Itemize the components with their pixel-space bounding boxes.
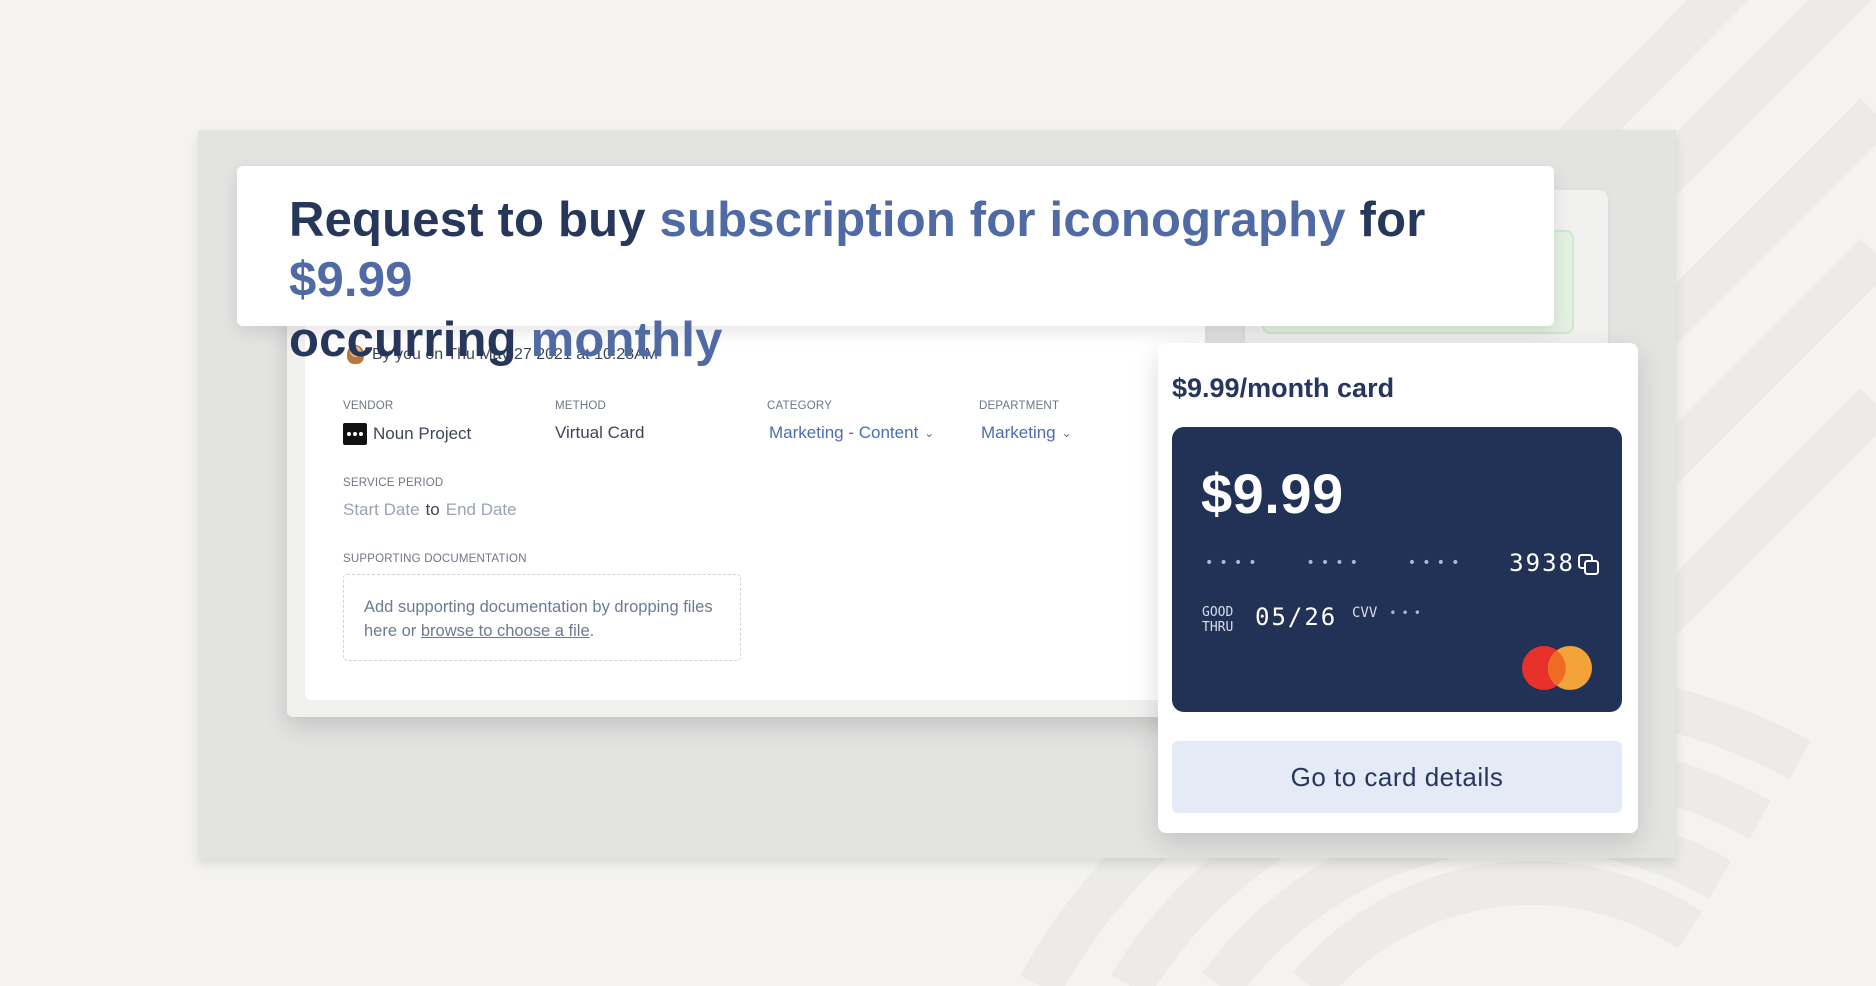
chevron-down-icon: ⌄	[924, 426, 935, 440]
title-for: for	[1345, 193, 1426, 247]
dropzone-text-end: .	[589, 622, 595, 640]
vendor-value: Noun Project	[343, 423, 471, 445]
end-date-input[interactable]: End Date	[446, 500, 517, 520]
title-banner: Request to buy subscription for iconogra…	[237, 166, 1554, 367]
supporting-docs-label: SUPPORTING DOCUMENTATION	[343, 553, 527, 565]
title-prefix: Request to buy	[289, 193, 660, 247]
browse-file-link[interactable]: browse to choose a file	[421, 622, 590, 640]
mastercard-logo-icon	[1522, 646, 1592, 690]
cvv-masked: •••	[1389, 606, 1426, 620]
cvv-label: CVV	[1352, 605, 1378, 621]
category-value: Marketing - Content	[769, 423, 919, 442]
card-expiry: 05/26	[1255, 603, 1338, 631]
file-dropzone[interactable]: Add supporting documentation by dropping…	[343, 574, 741, 661]
vendor-label: VENDOR	[343, 400, 394, 412]
title-occurring: occurring	[289, 313, 531, 367]
card-cvv: CVV •••	[1352, 605, 1426, 621]
to-word: to	[425, 500, 440, 519]
start-date-input[interactable]: Start Date	[343, 500, 420, 520]
good-thru-line1: GOOD	[1202, 605, 1234, 620]
noun-project-logo-icon	[343, 423, 367, 445]
chevron-down-icon: ⌄	[1061, 426, 1072, 440]
method-value: Virtual Card	[555, 423, 645, 442]
category-dropdown[interactable]: Marketing - Content ⌄	[769, 423, 934, 443]
title-amount: $9.99	[289, 253, 413, 307]
card-popover-title: $9.99/month card	[1172, 373, 1395, 403]
department-label: DEPARTMENT	[979, 400, 1060, 412]
department-value: Marketing	[981, 423, 1056, 442]
department-dropdown[interactable]: Marketing ⌄	[981, 423, 1072, 443]
method-label: METHOD	[555, 400, 607, 412]
service-period-label: SERVICE PERIOD	[343, 477, 444, 489]
service-period-value: Start Date to End Date	[343, 500, 517, 520]
good-thru-label: GOOD THRU	[1202, 605, 1233, 635]
good-thru-line2: THRU	[1202, 620, 1234, 635]
card-number-masked-1: ••••	[1205, 555, 1263, 571]
copy-icon[interactable]	[1576, 552, 1602, 578]
card-number-masked-3: ••••	[1407, 555, 1466, 571]
title-frequency: monthly	[530, 313, 723, 367]
card-number-masked-2: ••••	[1306, 555, 1365, 571]
virtual-card-popover: $9.99/month card $9.99 •••• •••• •••• 39…	[1158, 343, 1638, 833]
card-last4: 3938	[1509, 549, 1575, 577]
vendor-name: Noun Project	[373, 424, 472, 443]
card-number: •••• •••• •••• 3938	[1205, 549, 1575, 577]
go-to-card-details-button[interactable]: Go to card details	[1172, 741, 1622, 813]
category-label: CATEGORY	[767, 400, 833, 412]
card-amount: $9.99	[1201, 462, 1344, 525]
virtual-card: $9.99 •••• •••• •••• 3938 GOOD THRU 05/2…	[1172, 427, 1622, 712]
title-item: subscription for iconography	[659, 193, 1346, 247]
